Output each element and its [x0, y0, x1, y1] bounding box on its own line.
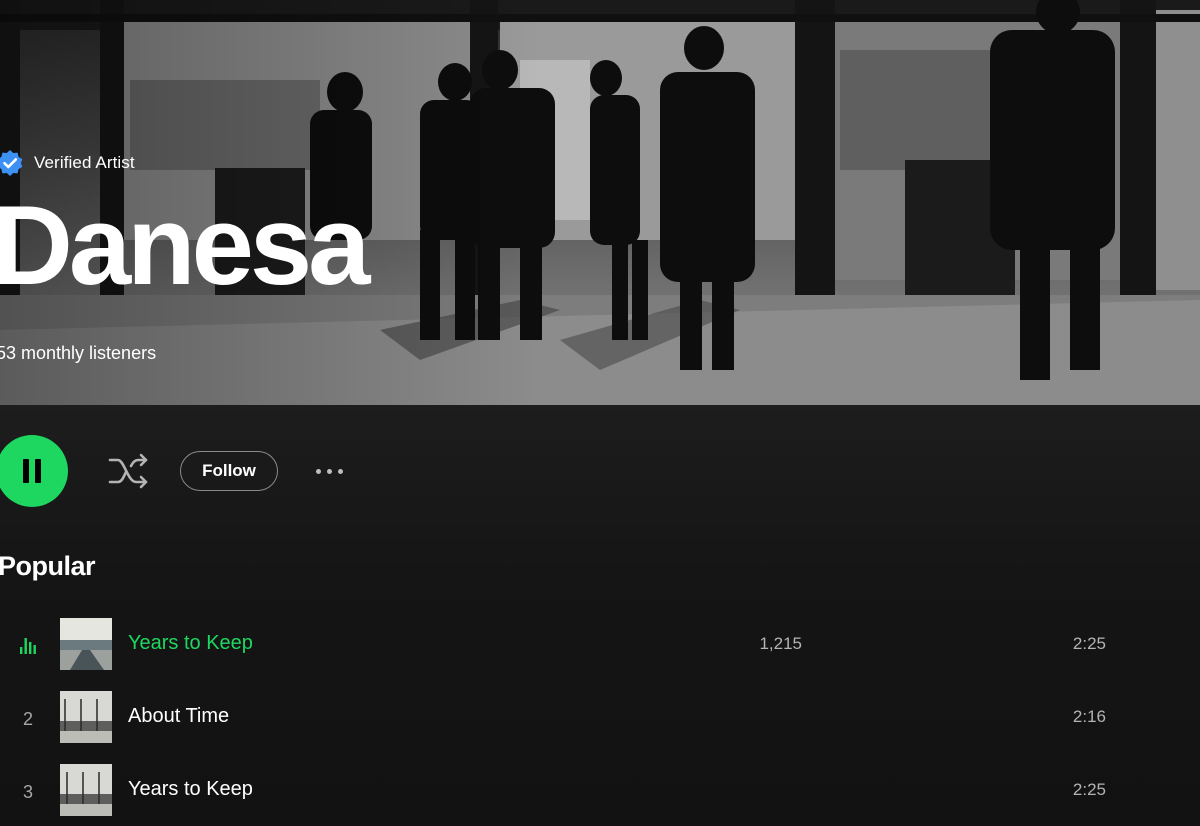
equalizer-icon: [20, 638, 36, 654]
track-cover-image: [60, 764, 112, 816]
track-row[interactable]: Years to Keep 1,215 2:25: [0, 618, 1200, 678]
track-duration: 2:25: [1072, 780, 1106, 799]
follow-button[interactable]: Follow: [180, 451, 278, 491]
track-title[interactable]: Years to Keep: [128, 778, 253, 801]
verified-artist-label: Verified Artist: [34, 153, 135, 172]
verified-artist-badge: Verified Artist: [0, 148, 135, 178]
artist-header: Verified Artist Danesa 53 monthly listen…: [0, 0, 1200, 405]
track-row[interactable]: 2 About Time 2:16: [0, 691, 1200, 751]
popular-section-title: Popular: [0, 551, 96, 581]
track-title[interactable]: Years to Keep: [128, 632, 253, 655]
monthly-listeners: 53 monthly listeners: [0, 343, 157, 363]
track-duration: 2:16: [1072, 707, 1106, 726]
track-index: 2: [22, 709, 33, 729]
artist-name: Danesa: [0, 183, 370, 308]
track-row[interactable]: 3 Years to Keep 2:25: [0, 764, 1200, 824]
track-duration: 2:25: [1072, 634, 1106, 653]
track-cover-image: [60, 691, 112, 743]
shuffle-icon[interactable]: [106, 450, 152, 492]
verified-badge-icon: [0, 150, 23, 176]
track-play-count: 1,215: [759, 634, 802, 653]
more-options-button[interactable]: [306, 460, 352, 482]
more-options-icon: [315, 468, 321, 474]
track-index: 3: [22, 782, 33, 802]
track-cover-image: [60, 618, 112, 670]
track-title[interactable]: About Time: [128, 705, 229, 728]
pause-icon: [20, 459, 44, 483]
